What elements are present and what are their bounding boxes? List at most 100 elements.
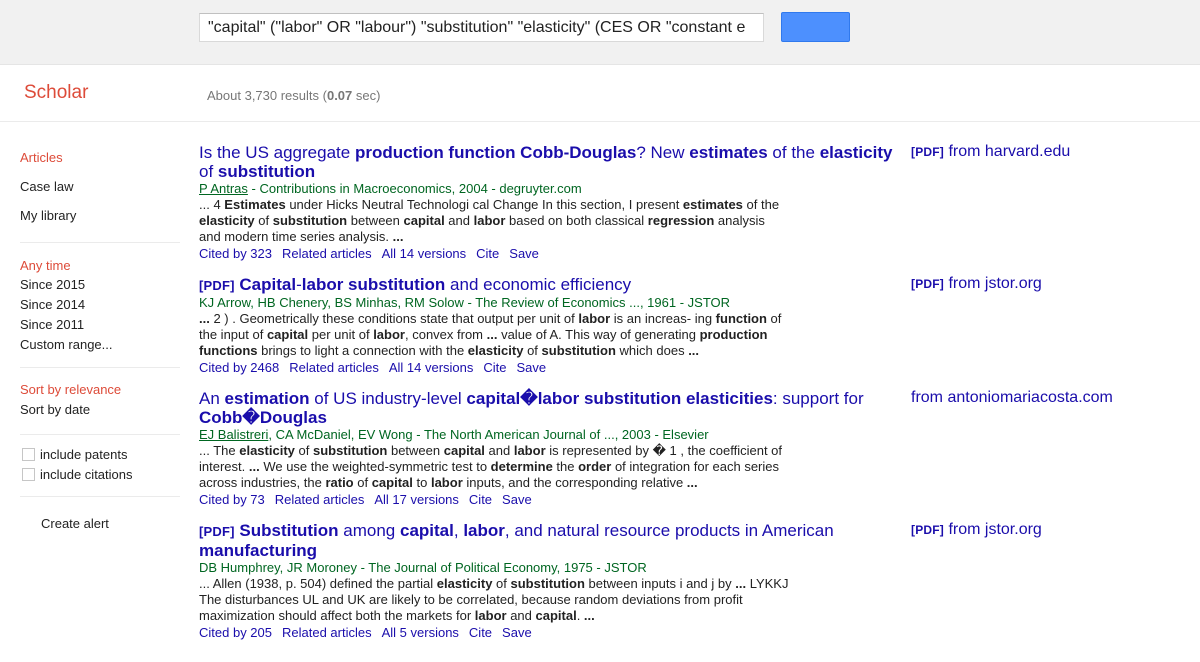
highlighted-term: elasticity xyxy=(467,343,524,358)
pdf-source[interactable]: from jstor.org xyxy=(948,521,1041,538)
save-link[interactable]: Save xyxy=(517,360,547,375)
result-title[interactable]: [PDF] Capital-labor substitution and eco… xyxy=(199,275,899,295)
sidebar-item-any-time[interactable]: Any time xyxy=(20,258,71,273)
text-run: based on both classical xyxy=(505,213,648,228)
text-run: inputs, and the corresponding relative xyxy=(462,475,687,490)
include-patents-checkbox[interactable]: include patents xyxy=(22,447,127,462)
result-authors: EJ Balistreri, CA McDaniel, EV Wong - Th… xyxy=(199,427,899,443)
text-run: between xyxy=(387,443,444,458)
text-run: , xyxy=(453,521,464,540)
highlighted-term: substitution xyxy=(312,443,388,458)
sidebar-item-custom-range[interactable]: Custom range... xyxy=(20,337,113,352)
text-run: brings to light a connection with the xyxy=(257,343,468,358)
result-title[interactable]: An estimation of US industry-level capit… xyxy=(199,389,899,427)
highlighted-term: elasticity xyxy=(819,143,893,162)
text-run: under Hicks Neutral Technologi cal Chang… xyxy=(285,197,683,212)
highlighted-term: elasticity xyxy=(239,443,295,458)
text-run: between xyxy=(347,213,404,228)
pdf-tag: [PDF] xyxy=(911,277,944,291)
sidebar-item-my-library[interactable]: My library xyxy=(20,208,76,223)
related-articles-link[interactable]: Related articles xyxy=(289,360,379,375)
pdf-tag: [PDF] xyxy=(199,278,235,293)
cite-link[interactable]: Cite xyxy=(469,492,492,507)
result-title[interactable]: Is the US aggregate production function … xyxy=(199,143,899,181)
versions-link[interactable]: All 14 versions xyxy=(389,360,474,375)
highlighted-term: substitution xyxy=(272,213,348,228)
highlighted-term: regression xyxy=(647,213,715,228)
text-run: and xyxy=(484,443,514,458)
highlighted-term: labor xyxy=(463,521,505,540)
text-run: . xyxy=(576,608,584,623)
pdf-link[interactable]: [PDF] from jstor.org xyxy=(911,521,1042,539)
highlighted-term: Substitution xyxy=(239,521,339,540)
text-run: and xyxy=(444,213,474,228)
sidebar-divider xyxy=(20,242,180,243)
search-button[interactable] xyxy=(781,12,850,42)
author-link[interactable]: EJ Balistreri xyxy=(199,427,268,442)
result-title-text[interactable]: Capital-labor substitution and economic … xyxy=(239,275,631,294)
sidebar-item-sort-date[interactable]: Sort by date xyxy=(20,402,90,417)
versions-link[interactable]: All 14 versions xyxy=(382,246,467,261)
save-link[interactable]: Save xyxy=(509,246,539,261)
scholar-logo[interactable]: Scholar xyxy=(24,82,88,104)
pdf-source[interactable]: from harvard.edu xyxy=(948,143,1070,160)
result-links: Cited by 73 Related articles All 17 versio… xyxy=(199,491,899,508)
cited-by-link[interactable]: Cited by 323 xyxy=(199,246,272,261)
result-title-text[interactable]: Substitution among capital, labor, and n… xyxy=(199,521,834,560)
text-run: ... The xyxy=(199,443,240,458)
highlighted-term: substitution xyxy=(217,162,316,181)
pdf-tag: [PDF] xyxy=(199,524,235,539)
related-articles-link[interactable]: Related articles xyxy=(282,625,372,640)
checkbox-box[interactable] xyxy=(22,448,35,461)
highlighted-term: function xyxy=(715,311,767,326)
save-link[interactable]: Save xyxy=(502,625,532,640)
pdf-link[interactable]: [PDF] from jstor.org xyxy=(911,275,1042,293)
text-run: ? New xyxy=(636,143,690,162)
cited-by-link[interactable]: Cited by 2468 xyxy=(199,360,279,375)
cited-by-link[interactable]: Cited by 205 xyxy=(199,625,272,640)
related-articles-link[interactable]: Related articles xyxy=(275,492,365,507)
pdf-source[interactable]: from jstor.org xyxy=(948,275,1041,292)
sidebar-item-since-2011[interactable]: Since 2011 xyxy=(20,317,84,332)
search-input[interactable] xyxy=(199,13,764,42)
highlighted-term: labor xyxy=(474,608,507,623)
result-source: - Contributions in Macroeconomics, 2004 … xyxy=(247,181,582,196)
create-alert-link[interactable]: Create alert xyxy=(41,516,109,531)
highlighted-term: labor xyxy=(578,311,611,326)
highlighted-term: substitution xyxy=(541,343,616,358)
pdf-source[interactable]: from antoniomariacosta.com xyxy=(911,389,1113,406)
versions-link[interactable]: All 5 versions xyxy=(382,625,459,640)
save-link[interactable]: Save xyxy=(502,492,532,507)
result-time-unit: sec) xyxy=(352,88,381,103)
sidebar-item-sort-relevance[interactable]: Sort by relevance xyxy=(20,382,121,397)
highlighted-term: ... xyxy=(688,343,700,358)
cite-link[interactable]: Cite xyxy=(469,625,492,640)
sidebar-item-since-2014[interactable]: Since 2014 xyxy=(20,297,85,312)
highlighted-term: ... xyxy=(686,475,698,490)
author-link[interactable]: P Antras xyxy=(199,181,248,196)
cite-link[interactable]: Cite xyxy=(483,360,506,375)
related-articles-link[interactable]: Related articles xyxy=(282,246,372,261)
cite-link[interactable]: Cite xyxy=(476,246,499,261)
highlighted-term: labor xyxy=(373,327,405,342)
include-citations-checkbox[interactable]: include citations xyxy=(22,467,133,482)
result-item: [PDF] Substitution among capital, labor,… xyxy=(199,521,899,641)
result-snippet: ... 4 Estimates under Hicks Neutral Tech… xyxy=(199,197,789,245)
result-links: Cited by 323 Related articles All 14 versi… xyxy=(199,245,899,262)
sidebar-item-since-2015[interactable]: Since 2015 xyxy=(20,277,85,292)
checkbox-box[interactable] xyxy=(22,468,35,481)
sidebar-item-articles[interactable]: Articles xyxy=(20,150,63,165)
sidebar-item-case-law[interactable]: Case law xyxy=(20,179,73,194)
cited-by-link[interactable]: Cited by 73 xyxy=(199,492,265,507)
highlighted-term: labor xyxy=(430,475,463,490)
text-run: An xyxy=(199,389,225,408)
pdf-link[interactable]: [PDF] from harvard.edu xyxy=(911,143,1070,161)
highlighted-term: ... xyxy=(392,229,404,244)
pdf-link[interactable]: from antoniomariacosta.com xyxy=(911,389,1113,407)
highlighted-term: order xyxy=(578,459,612,474)
highlighted-term: ... xyxy=(486,327,498,342)
text-run: to xyxy=(412,475,431,490)
result-links: Cited by 205 Related articles All 5 versio… xyxy=(199,624,899,641)
result-title[interactable]: [PDF] Substitution among capital, labor,… xyxy=(199,521,899,560)
versions-link[interactable]: All 17 versions xyxy=(374,492,459,507)
